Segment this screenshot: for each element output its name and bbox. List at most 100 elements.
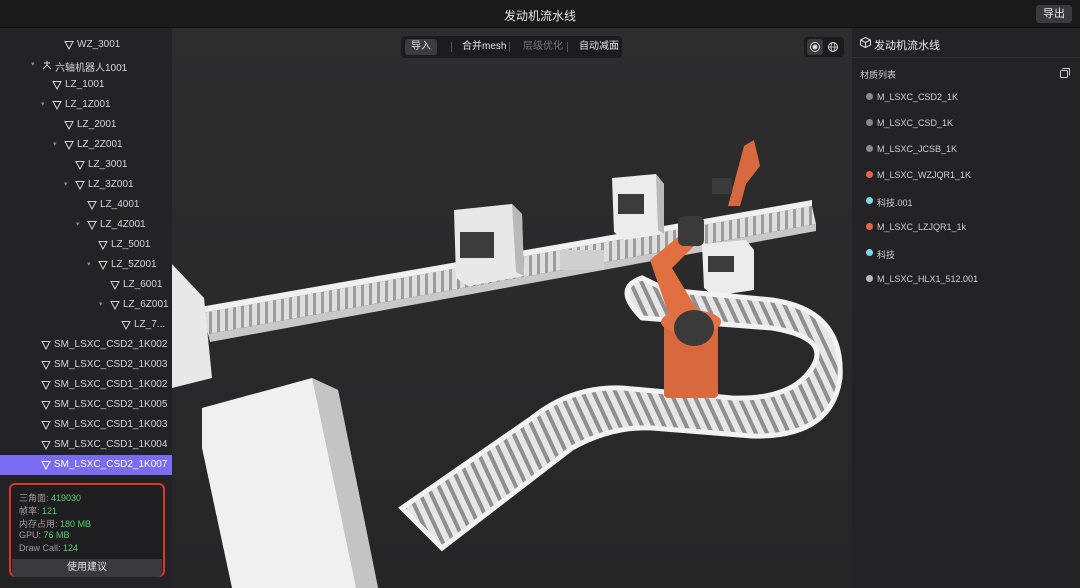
- tree-item-label: LZ_5001: [111, 239, 151, 250]
- expand-arrow-icon[interactable]: ▾: [87, 261, 94, 268]
- tree-item[interactable]: ▾ LZ_2Z001: [0, 135, 172, 155]
- expand-arrow-icon[interactable]: ▾: [76, 221, 83, 228]
- material-name: M_LSXC_LZJQR1_1k: [877, 222, 967, 232]
- copy-icon[interactable]: [1060, 68, 1070, 78]
- expand-arrow-icon[interactable]: ▾: [99, 301, 106, 308]
- mesh-triangle-icon: [110, 301, 120, 310]
- expand-arrow-icon[interactable]: ▾: [41, 101, 48, 108]
- material-sphere-icon: [866, 171, 873, 178]
- stat-drawcall: Draw Call: 124: [19, 543, 79, 553]
- tree-item[interactable]: LZ_6001: [0, 275, 172, 295]
- mesh-triangle-icon: [52, 81, 62, 90]
- import-button[interactable]: 导入: [405, 39, 437, 55]
- globe-view-button[interactable]: [825, 39, 841, 55]
- material-sphere-icon: [866, 145, 873, 152]
- crate: [560, 250, 604, 270]
- inspection-unit-1: [454, 204, 524, 286]
- 3d-viewport[interactable]: 导入 合并mesh 层级优化 自动减面: [172, 28, 852, 588]
- usage-advice-button[interactable]: 使用建议: [12, 559, 162, 577]
- robot-icon: [42, 61, 52, 70]
- separator: [509, 42, 510, 52]
- tree-item[interactable]: LZ_7...: [0, 315, 172, 335]
- mesh-triangle-icon: [41, 361, 51, 370]
- tree-item-label: LZ_2Z001: [77, 139, 123, 150]
- mesh-triangle-icon: [41, 441, 51, 450]
- separator: [451, 42, 452, 52]
- tree-item[interactable]: ▾ LZ_3Z001: [0, 175, 172, 195]
- mesh-triangle-icon: [41, 381, 51, 390]
- tree-item[interactable]: SM_LSXC_CSD1_1K002: [0, 375, 172, 395]
- expand-arrow-icon[interactable]: ▾: [31, 61, 38, 68]
- tree-item[interactable]: SM_LSXC_CSD2_1K002: [0, 335, 172, 355]
- mesh-triangle-icon: [110, 281, 120, 290]
- panel-header: 发动机流水线: [852, 28, 1080, 58]
- material-sphere-icon: [866, 223, 873, 230]
- tree-item-label: LZ_2001: [77, 119, 117, 130]
- app-title: 发动机流水线: [503, 9, 576, 23]
- stat-gpu: GPU: 76 MB: [19, 530, 70, 540]
- mesh-triangle-icon: [121, 321, 131, 330]
- mesh-triangle-icon: [64, 121, 74, 130]
- mesh-triangle-icon: [98, 261, 108, 270]
- merge-mesh-button[interactable]: 合并mesh: [462, 36, 506, 58]
- tree-item-label: SM_LSXC_CSD1_1K004: [54, 439, 168, 450]
- tree-item[interactable]: SM_LSXC_CSD2_1K007: [0, 455, 172, 475]
- tree-item[interactable]: SM_LSXC_CSD2_1K003: [0, 355, 172, 375]
- materials-header: 材质列表: [860, 70, 897, 80]
- tree-item[interactable]: ▾ LZ_4Z001: [0, 215, 172, 235]
- material-name: M_LSXC_HLX1_512.001: [877, 274, 979, 284]
- render-mode-button[interactable]: [807, 39, 823, 55]
- mesh-triangle-icon: [41, 401, 51, 410]
- tree-item-label: SM_LSXC_CSD2_1K003: [54, 359, 168, 370]
- properties-panel: 发动机流水线 材质列表 M_LSXC_CSD2_1K M_LSXC_CSD_1K M…: [852, 28, 1080, 588]
- material-name: 科技: [877, 250, 896, 260]
- tree-item-label: LZ_7...: [134, 319, 166, 330]
- mesh-triangle-icon: [87, 221, 97, 230]
- globe-icon: [828, 42, 838, 52]
- tree-item[interactable]: LZ_5001: [0, 235, 172, 255]
- export-button[interactable]: 导出: [1036, 5, 1072, 23]
- stat-fps: 帧率: 121: [19, 506, 58, 516]
- tree-item[interactable]: ▾ LZ_6Z001: [0, 295, 172, 315]
- optimization-toolbar: 导入 合并mesh 层级优化 自动减面: [401, 36, 622, 58]
- auto-reduce-button[interactable]: 自动减面: [579, 36, 619, 58]
- tree-item[interactable]: LZ_2001: [0, 115, 172, 135]
- expand-arrow-icon[interactable]: ▾: [53, 141, 60, 148]
- mesh-triangle-icon: [41, 461, 51, 470]
- material-name: M_LSXC_CSD_1K: [877, 118, 954, 128]
- mesh-triangle-icon: [41, 341, 51, 350]
- mesh-triangle-icon: [87, 201, 97, 210]
- tree-item-label: LZ_1Z001: [65, 99, 111, 110]
- mesh-triangle-icon: [52, 101, 62, 110]
- tree-item[interactable]: LZ_4001: [0, 195, 172, 215]
- title-bar: 发动机流水线 导出: [0, 0, 1080, 28]
- scene-render: [172, 28, 852, 588]
- tree-item[interactable]: WZ_3001: [0, 35, 172, 55]
- tree-item[interactable]: SM_LSXC_CSD1_1K003: [0, 415, 172, 435]
- tree-item-label: LZ_6Z001: [123, 299, 169, 310]
- material-sphere-icon: [866, 93, 873, 100]
- tree-item[interactable]: SM_LSXC_CSD2_1K005: [0, 395, 172, 415]
- mesh-triangle-icon: [64, 41, 74, 50]
- stat-memory: 内存占用: 180 MB: [19, 519, 92, 529]
- mesh-triangle-icon: [64, 141, 74, 150]
- material-name: M_LSXC_WZJQR1_1K: [877, 170, 972, 180]
- panel-title: 发动机流水线: [874, 40, 940, 52]
- tree-item-label: LZ_3001: [88, 159, 128, 170]
- tree-item-label: SM_LSXC_CSD1_1K002: [54, 379, 168, 390]
- mesh-triangle-icon: [41, 421, 51, 430]
- mesh-triangle-icon: [75, 161, 85, 170]
- tree-item[interactable]: ▾ LZ_5Z001: [0, 255, 172, 275]
- tree-item[interactable]: LZ_3001: [0, 155, 172, 175]
- scene-tree-panel: WZ_3001 ▾ 六轴机器人1001 LZ_1001 ▾ LZ_1Z001 LZ_2001…: [0, 28, 172, 588]
- tree-item[interactable]: ▾ 六轴机器人1001: [0, 55, 172, 75]
- mesh-triangle-icon: [98, 241, 108, 250]
- lod-optimize-button[interactable]: 层级优化: [523, 36, 563, 58]
- material-sphere-icon: [866, 249, 873, 256]
- tree-item[interactable]: SM_LSXC_CSD1_1K004: [0, 435, 172, 455]
- tree-item-label: LZ_6001: [123, 279, 163, 290]
- tree-item[interactable]: ▾ LZ_1Z001: [0, 95, 172, 115]
- tree-item[interactable]: LZ_1001: [0, 75, 172, 95]
- expand-arrow-icon[interactable]: ▾: [64, 181, 71, 188]
- tree-item-label: 六轴机器人1001: [55, 63, 128, 74]
